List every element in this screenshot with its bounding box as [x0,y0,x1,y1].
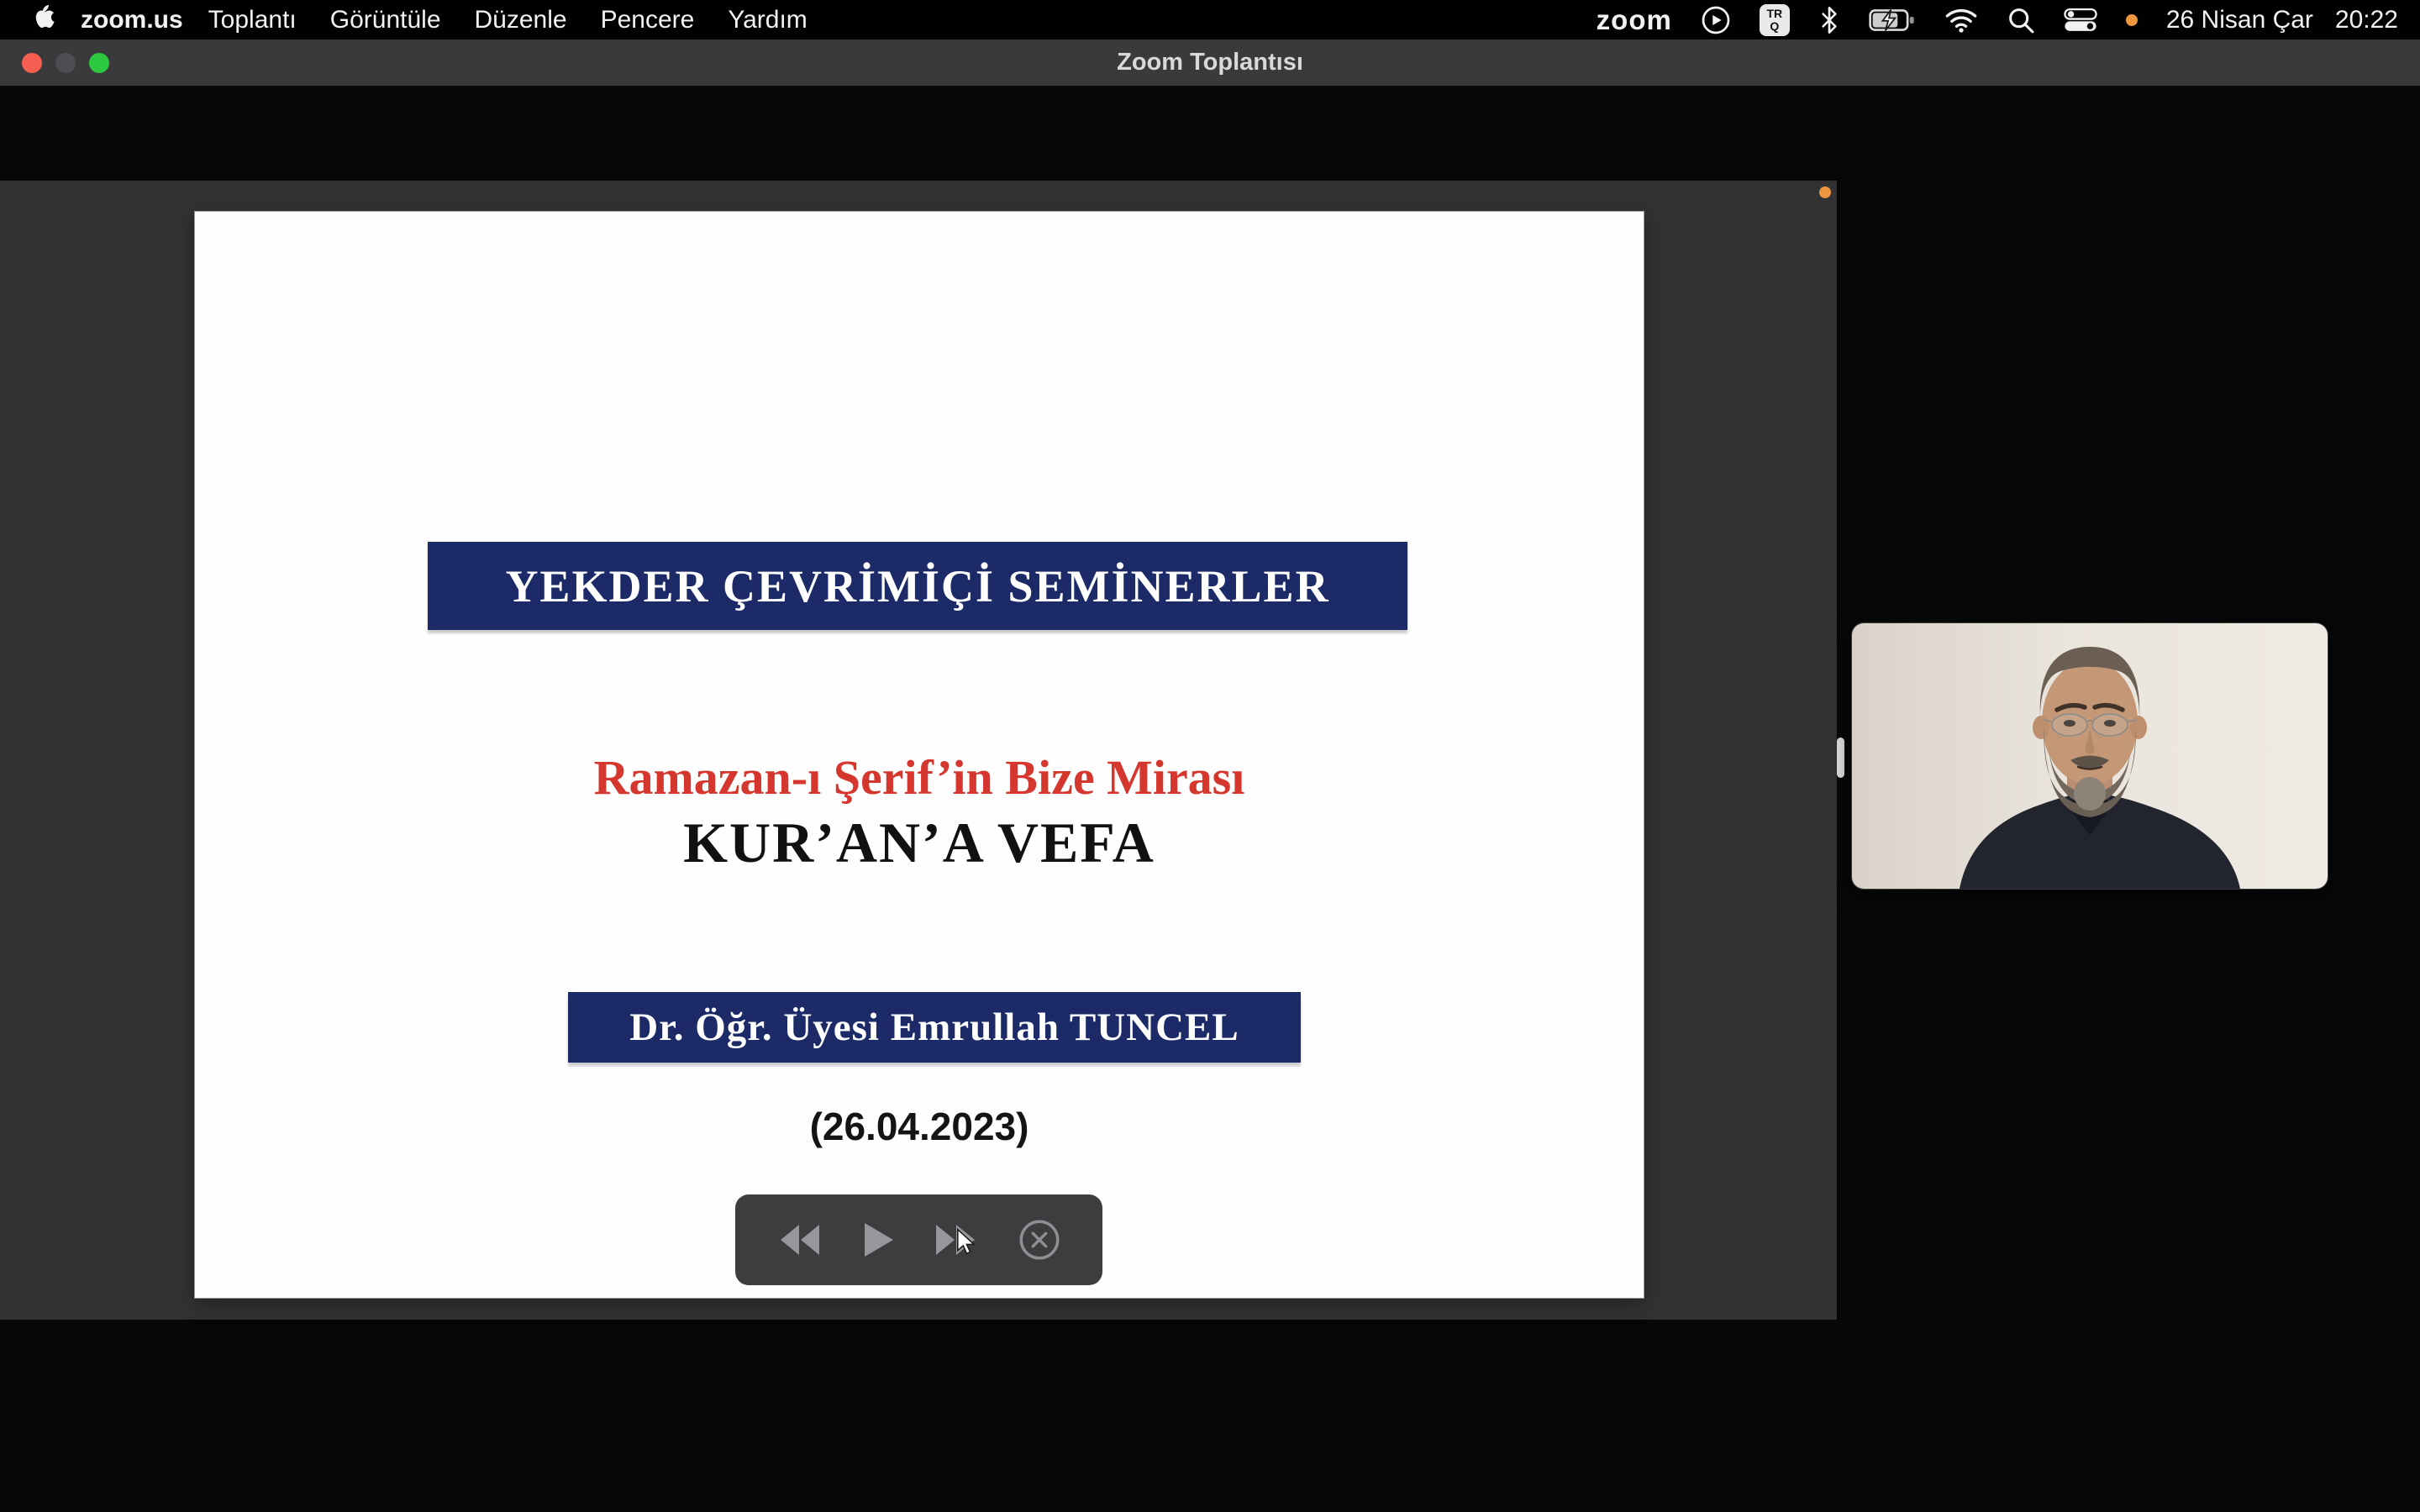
slide-subtitle-red: Ramazan-ı Şerif’in Bize Mirası [195,749,1644,806]
menu-item-toplanti[interactable]: Toplantı [192,6,313,34]
participant-video[interactable] [1852,623,2328,889]
menu-bar-status: zoom TR Q [1597,4,2420,36]
bluetooth-icon[interactable] [1818,5,1840,35]
menu-app-name[interactable]: zoom.us [81,6,183,34]
slide-main-title: KUR’AN’A VEFA [195,810,1644,876]
video-panel-drag-handle[interactable] [1837,738,1844,778]
apple-menu-icon[interactable] [25,5,59,35]
close-controls-button[interactable] [1018,1219,1060,1261]
slide-date: (26.04.2023) [195,1104,1644,1149]
window-title: Zoom Toplantısı [0,39,2420,86]
mouse-cursor [956,1228,976,1257]
presentation-slide: YEKDER ÇEVRİMİÇİ SEMİNERLER Ramazan-ı Şe… [195,212,1644,1298]
menu-item-duzenle[interactable]: Düzenle [458,6,584,34]
menu-item-goruntule[interactable]: Görüntüle [313,6,458,34]
slide-top-banner: YEKDER ÇEVRİMİÇİ SEMİNERLER [428,542,1407,630]
screen-share-area: YEKDER ÇEVRİMİÇİ SEMİNERLER Ramazan-ı Şe… [0,181,1837,1320]
play-button[interactable] [861,1221,895,1258]
menu-bar-date[interactable]: 26 Nisan Çar [2166,6,2313,34]
control-center-icon[interactable] [2064,8,2097,33]
rewind-button[interactable] [777,1221,821,1258]
participant-portrait [1852,623,2328,889]
play-status-icon[interactable] [1701,5,1731,35]
menu-bar-left: zoom.us Toplantı Görüntüle Düzenle Pence… [0,5,824,35]
input-source-label-top: TR [1767,8,1783,20]
input-source-label-bottom: Q [1770,20,1779,33]
zoom-status-logo[interactable]: zoom [1597,4,1672,36]
menu-bar-time[interactable]: 20:22 [2335,6,2398,34]
menu-item-yardim[interactable]: Yardım [711,6,823,34]
wifi-icon[interactable] [1944,6,1978,34]
screen: zoom.us Toplantı Görüntüle Düzenle Pence… [0,0,2420,1512]
slide-speaker-banner: Dr. Öğr. Üyesi Emrullah TUNCEL [568,992,1301,1063]
battery-charging-icon[interactable] [1869,5,1916,35]
menu-bar: zoom.us Toplantı Görüntüle Düzenle Pence… [0,0,2420,39]
annotation-indicator-dot [1819,186,1831,198]
menu-item-pencere[interactable]: Pencere [584,6,712,34]
input-source-icon[interactable]: TR Q [1760,4,1790,36]
search-icon[interactable] [2007,6,2035,34]
mic-in-use-indicator [2126,14,2138,26]
playback-controls [735,1194,1102,1285]
window-title-bar: Zoom Toplantısı [0,39,2420,87]
